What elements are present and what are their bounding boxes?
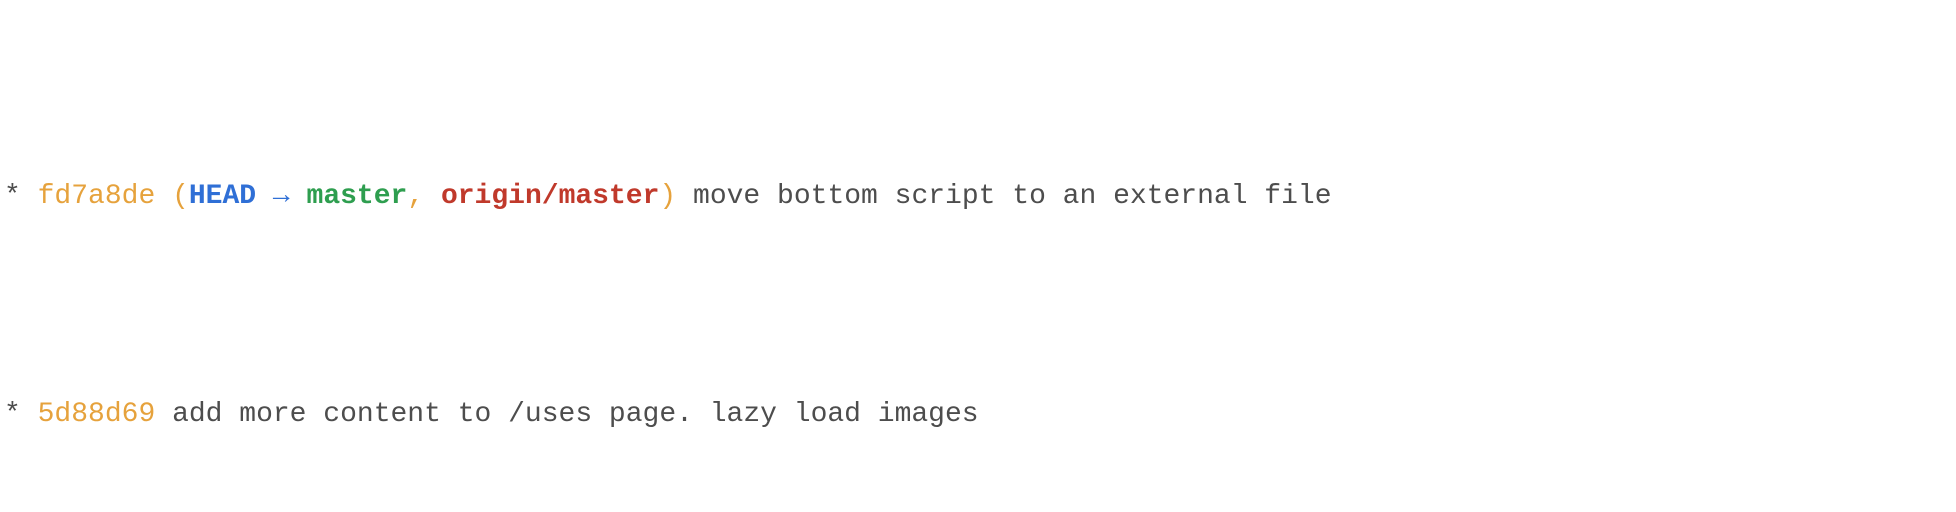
ref-local-branch: master <box>307 181 408 212</box>
graph-marker: * <box>4 399 21 430</box>
refs-close: ) <box>659 181 676 212</box>
git-log-output: * fd7a8de (HEAD → master, origin/master)… <box>0 0 1956 512</box>
commit-hash: fd7a8de <box>38 181 156 212</box>
ref-arrow: → <box>256 181 306 212</box>
commit-message: move bottom script to an external file <box>693 181 1332 212</box>
commit-message: add more content to /uses page. lazy loa… <box>172 399 979 430</box>
ref-head: HEAD <box>189 181 256 212</box>
commit-row: * fd7a8de (HEAD → master, origin/master)… <box>4 170 1956 225</box>
ref-sep: , <box>407 181 441 212</box>
refs-open: ( <box>172 181 189 212</box>
graph-marker: * <box>4 181 21 212</box>
commit-row: * 5d88d69 add more content to /uses page… <box>4 388 1956 443</box>
commit-hash: 5d88d69 <box>38 399 156 430</box>
ref-remote-branch: origin/master <box>441 181 659 212</box>
